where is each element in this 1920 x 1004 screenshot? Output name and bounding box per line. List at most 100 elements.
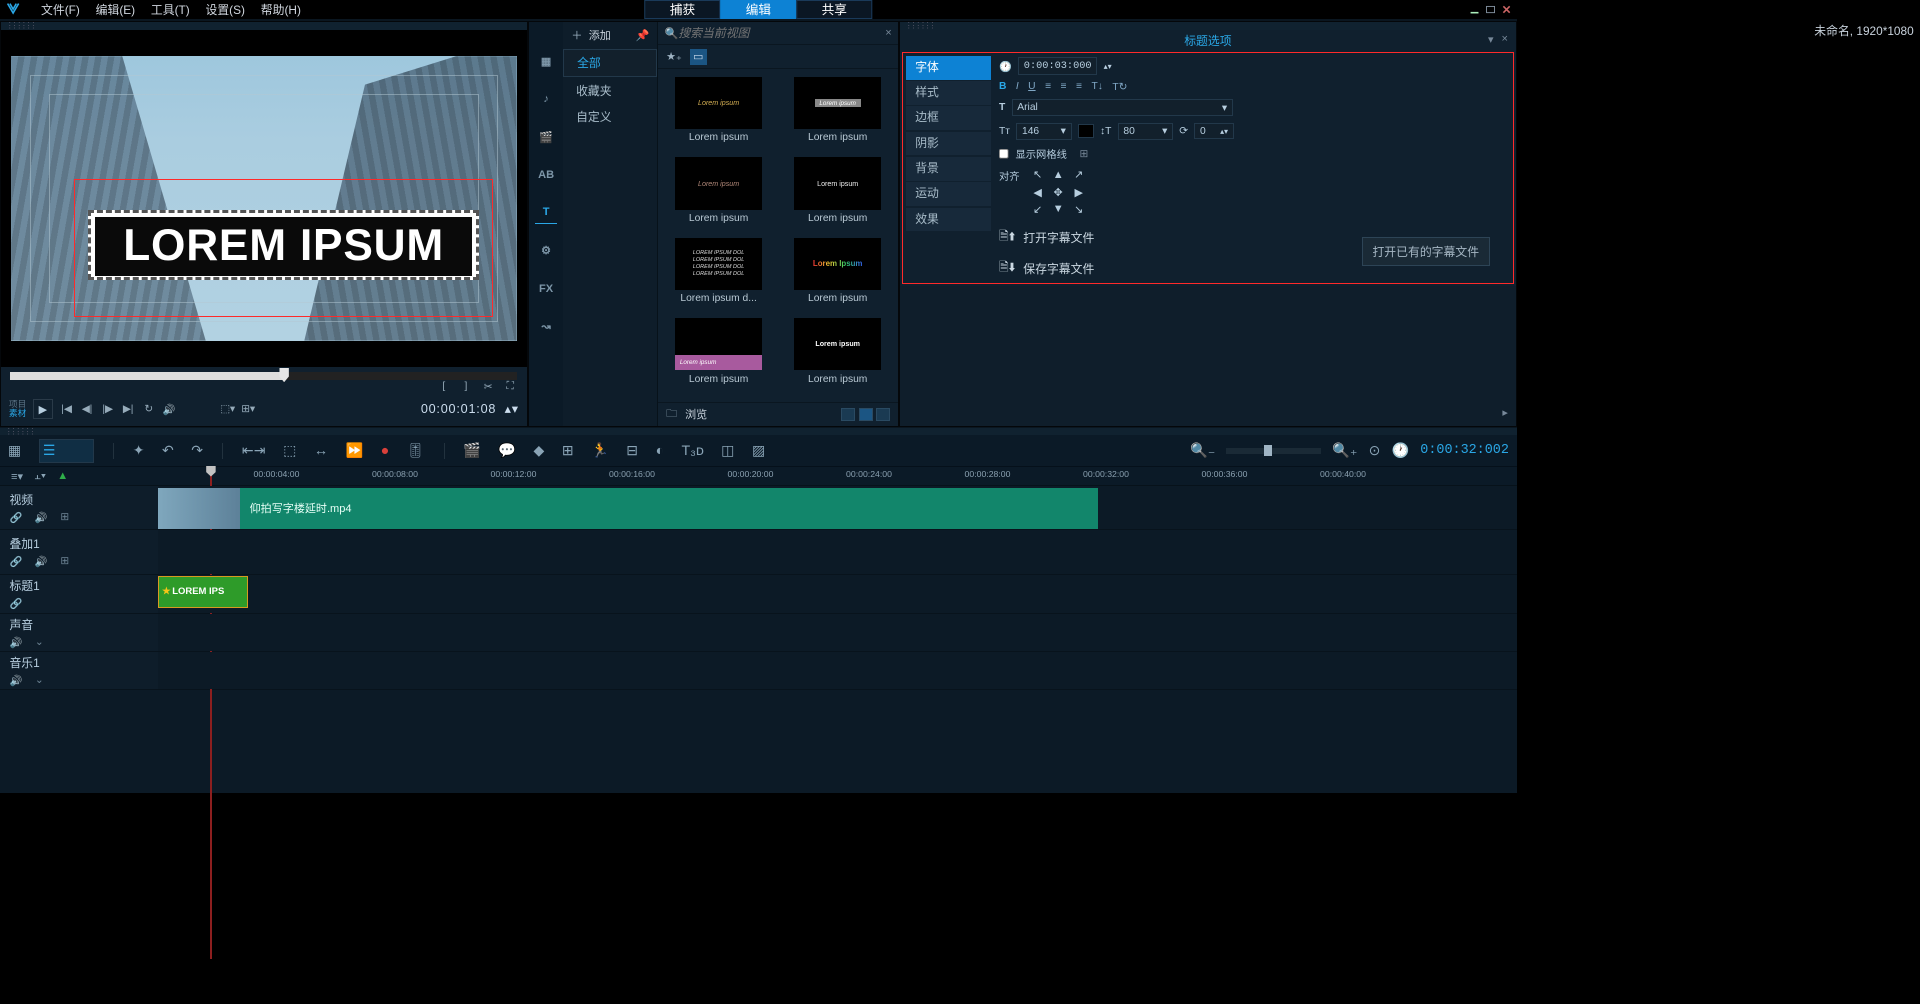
duration-field[interactable]: 0:00:03:000 (1018, 57, 1097, 74)
menu-settings[interactable]: 设置(S) (198, 1, 253, 18)
font-size-select[interactable]: 146▾ (1016, 123, 1071, 140)
browse-icon[interactable]: 🗀 (666, 405, 677, 424)
options-chevron-right[interactable]: ▸ (1502, 406, 1508, 419)
align-tr[interactable]: ↗ (1070, 168, 1087, 182)
tab-share[interactable]: 共享 (796, 0, 872, 19)
menu-edit[interactable]: 编辑(E) (88, 1, 143, 18)
multicam-icon[interactable]: ⊟ (626, 443, 638, 459)
pin-icon[interactable]: 📌 (636, 29, 650, 42)
otab-bg[interactable]: 背景 (906, 157, 991, 181)
track-lane[interactable] (158, 652, 1517, 689)
chapter-icon[interactable]: 🎬 (463, 443, 481, 459)
cat-favorites[interactable]: 收藏夹 (563, 77, 657, 103)
otab-border[interactable]: 边框 (906, 106, 991, 130)
tab-capture[interactable]: 捕获 (645, 0, 721, 19)
lock-icon[interactable]: ⊞ (60, 555, 69, 568)
subtitle-icon[interactable]: 💬 (498, 443, 516, 459)
title-preset-thumb[interactable]: Lorem Ipsum (794, 238, 881, 290)
font-select[interactable]: Arial▾ (1012, 99, 1233, 116)
storyboard-view-icon[interactable]: ▦ (8, 443, 21, 459)
media-icon[interactable]: ▦ (535, 50, 557, 72)
title-preset-thumb[interactable]: Lorem ipsum (794, 77, 881, 129)
align-center-icon[interactable]: ≡ (1061, 81, 1067, 92)
track-lane[interactable] (158, 530, 1517, 573)
lock-icon[interactable]: ⊞ (60, 511, 69, 524)
timeline-view-icon[interactable]: ☰ (39, 439, 94, 463)
path-icon[interactable]: ↝ (535, 316, 557, 338)
go-end-icon[interactable]: ▶| (121, 402, 135, 416)
color-swatch[interactable] (1078, 124, 1094, 138)
align-mr[interactable]: ▶ (1070, 185, 1087, 199)
grid-icon[interactable]: ⊞ (562, 443, 574, 459)
line-height-select[interactable]: 80▾ (1118, 123, 1173, 140)
speed-icon[interactable]: ⏩ (346, 443, 364, 459)
fit-project-icon[interactable]: ⬚ (283, 443, 296, 459)
fit-timeline-icon[interactable]: ⊙ (1369, 443, 1381, 459)
mute-icon[interactable]: 🔊 (9, 636, 22, 649)
redo-icon[interactable]: ↷ (191, 443, 203, 459)
ripple-icon[interactable]: ↔ (314, 443, 328, 459)
bold-icon[interactable]: B (999, 81, 1006, 92)
preview-scrubber[interactable] (10, 372, 517, 380)
link-icon[interactable]: 🔗 (9, 511, 22, 524)
3d-title-icon[interactable]: T₃ᴅ (681, 443, 703, 459)
mute-icon[interactable]: 🔊 (35, 511, 48, 524)
cat-custom[interactable]: 自定义 (563, 104, 657, 130)
loop-icon[interactable]: ↻ (142, 402, 156, 416)
fx-icon[interactable]: FX (535, 278, 557, 300)
minimize-icon[interactable] (1469, 4, 1480, 15)
guides-icon[interactable]: ⊞▾ (241, 402, 255, 416)
otab-font[interactable]: 字体 (906, 56, 991, 80)
ab-icon[interactable]: AB (535, 164, 557, 186)
align-right-icon[interactable]: ≡ (1076, 81, 1082, 92)
menu-help[interactable]: 帮助(H) (253, 1, 309, 18)
zoom-in-icon[interactable]: 🔍₊ (1332, 443, 1357, 459)
title-preset-thumb[interactable]: LOREM IPSUM DOLLOREM IPSUM DOLLOREM IPSU… (675, 238, 762, 290)
title-icon[interactable]: T (535, 202, 557, 224)
split-icon[interactable]: ✂ (481, 380, 495, 394)
vertical-text-icon[interactable]: T↓ (1091, 81, 1102, 92)
panel-grip[interactable] (1, 22, 527, 30)
track-lane[interactable] (158, 614, 1517, 651)
menu-file[interactable]: 文件(F) (33, 1, 88, 18)
preview-mode-toggle[interactable]: 项目 素材 (9, 400, 26, 419)
search-input[interactable] (678, 26, 885, 40)
marker-icon[interactable]: ◆ (534, 443, 545, 459)
next-frame-icon[interactable]: |▶ (100, 402, 114, 416)
link-icon[interactable]: 🔗 (9, 597, 22, 610)
title-text[interactable]: LOREM IPSUM (95, 217, 471, 275)
mixer-icon[interactable]: 🎚 (407, 443, 425, 459)
chevron-down-icon[interactable]: ⌄ (35, 636, 44, 649)
track-toggle-icon[interactable]: ⫠▾ (34, 470, 46, 483)
transition-icon[interactable]: ⚙ (535, 240, 557, 262)
mark-out-icon[interactable]: ] (459, 380, 473, 394)
rotate-field[interactable]: 0▴▾ (1194, 123, 1234, 139)
link-icon[interactable]: 🔗 (9, 555, 22, 568)
rotate-text-icon[interactable]: T↻ (1112, 81, 1127, 93)
video-clip[interactable]: 仰拍写字楼延时.mp4 (158, 488, 1098, 529)
title-preset-thumb[interactable]: Lorem ipsum (675, 77, 762, 129)
audio-icon[interactable]: ♪ (535, 88, 557, 110)
otab-motion[interactable]: 运动 (906, 182, 991, 206)
align-bl[interactable]: ↙ (1029, 202, 1046, 216)
align-bc[interactable]: ▼ (1049, 202, 1066, 216)
align-mc[interactable]: ✥ (1049, 185, 1066, 199)
align-br[interactable]: ↘ (1070, 202, 1087, 216)
mute-icon[interactable]: 🔊 (9, 674, 22, 687)
panel-grip[interactable] (0, 428, 1517, 436)
clear-search-icon[interactable]: × (885, 27, 891, 39)
mark-in-icon[interactable]: [ (437, 380, 451, 394)
italic-icon[interactable]: I (1016, 81, 1019, 92)
show-grid-checkbox[interactable] (999, 149, 1009, 159)
align-left-icon[interactable]: ≡ (1045, 81, 1051, 92)
browse-label[interactable]: 浏览 (685, 406, 707, 422)
title-preset-thumb[interactable]: Lorem ipsum (675, 157, 762, 209)
underline-icon[interactable]: U (1028, 81, 1035, 92)
cat-all[interactable]: 全部 (563, 49, 657, 77)
track-lane[interactable]: ★ LOREM IPS (158, 575, 1517, 614)
zoom-out-icon[interactable]: 🔍₋ (1190, 443, 1215, 459)
panel-grip[interactable] (900, 22, 1516, 30)
lib-tool-2[interactable] (859, 408, 873, 421)
view-grid-icon[interactable]: ▭ (690, 49, 707, 65)
collapse-icon[interactable]: ▾ (1488, 33, 1494, 46)
